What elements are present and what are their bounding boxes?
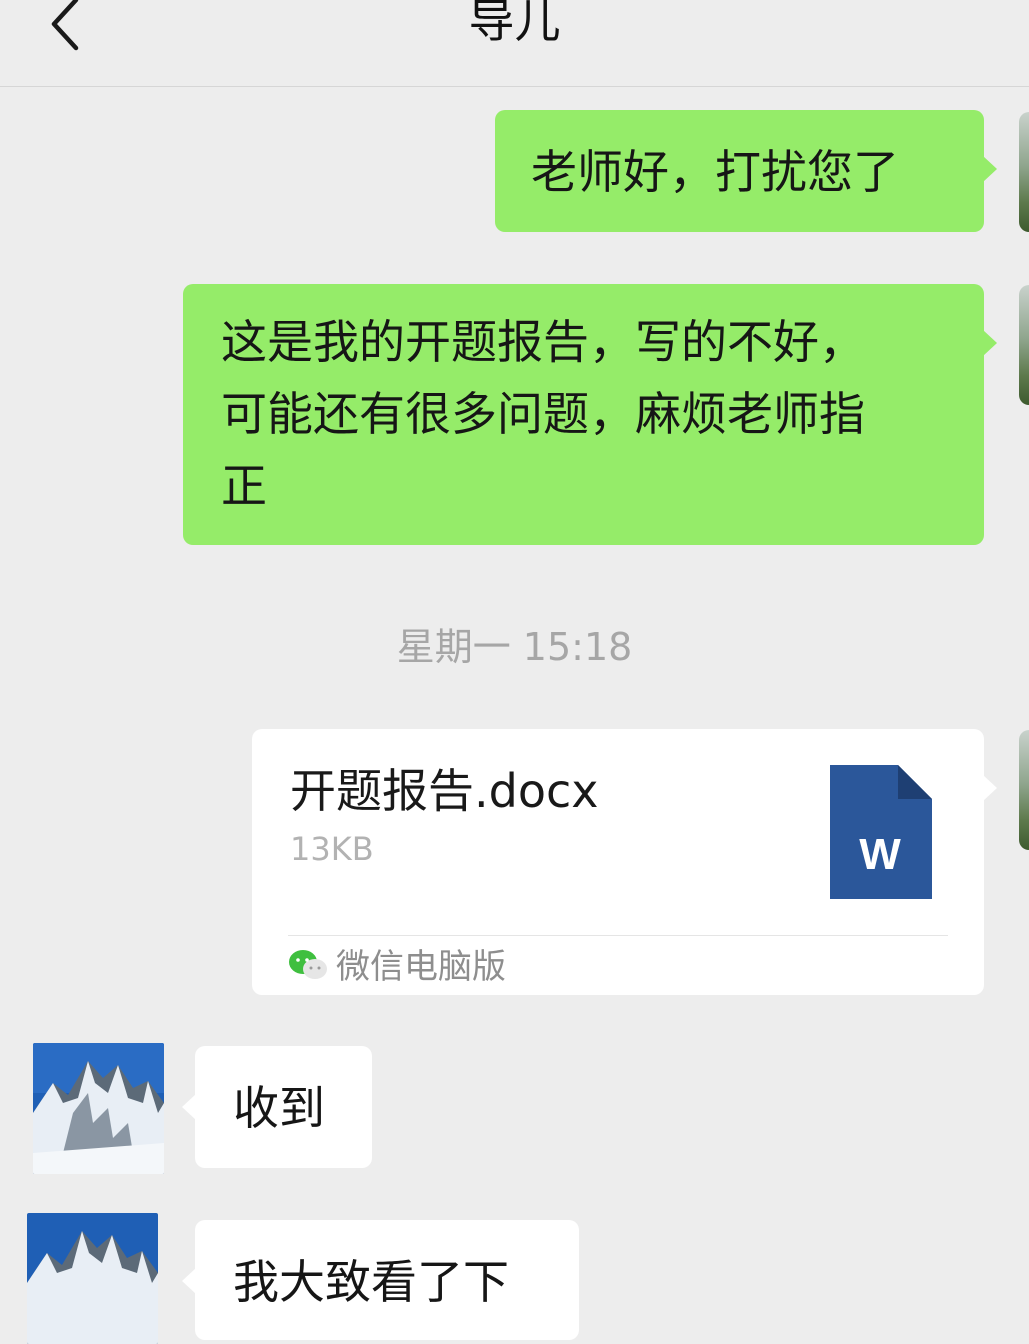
file-source-label: 微信电脑版 [336, 947, 506, 987]
my-avatar[interactable] [1019, 285, 1029, 405]
message-text-line: 可能还有很多问题，麻烦老师指 [221, 387, 865, 441]
message-bubble-incoming[interactable]: 收到 [182, 1046, 372, 1168]
nav-bar: 导儿 [0, 0, 1029, 87]
timestamp: 星期一 15:18 [396, 625, 633, 669]
mountain-avatar-image [27, 1213, 158, 1344]
message-text-line: 正 [221, 459, 267, 513]
message-text: 老师好，打扰您了 [531, 145, 899, 199]
wechat-icon [289, 950, 327, 979]
file-message-card[interactable]: 开题报告.docx 13KB W 微信电脑版 [252, 729, 997, 995]
word-document-icon: W [830, 765, 932, 899]
word-icon-letter: W [859, 830, 901, 879]
message-text: 我大致看了下 [233, 1255, 509, 1309]
file-name: 开题报告.docx [290, 764, 599, 818]
contact-avatar[interactable] [27, 1213, 158, 1344]
file-size: 13KB [290, 830, 374, 868]
message-text-line: 这是我的开题报告，写的不好， [221, 315, 865, 369]
message-bubble-outgoing[interactable]: 这是我的开题报告，写的不好， 可能还有很多问题，麻烦老师指 正 [183, 284, 997, 545]
message-bubble-incoming[interactable]: 我大致看了下 [182, 1220, 579, 1340]
mountain-avatar-image [33, 1043, 164, 1174]
chat-title: 导儿 [468, 0, 561, 48]
divider [288, 935, 948, 936]
message-bubble-outgoing[interactable]: 老师好，打扰您了 [495, 110, 997, 232]
message-text: 收到 [233, 1081, 325, 1135]
contact-avatar[interactable] [33, 1043, 164, 1174]
my-avatar[interactable] [1019, 730, 1029, 850]
my-avatar[interactable] [1019, 112, 1029, 232]
